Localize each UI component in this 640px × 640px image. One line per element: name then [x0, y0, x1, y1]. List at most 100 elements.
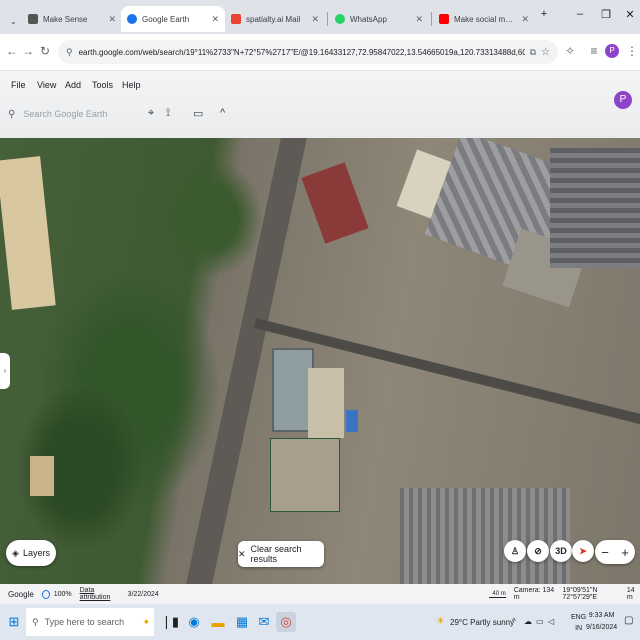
scale-bar: 40 m [488, 591, 506, 598]
menu-view[interactable]: View [37, 80, 56, 90]
menu-help[interactable]: Help [122, 80, 141, 90]
compass-icon[interactable]: ➤ [572, 540, 594, 562]
tray-volume-icon[interactable]: ◁ [548, 617, 554, 626]
satellite-map[interactable]: › ◈ Layers ✕ Clear search results ♙ ⊘ 3D… [0, 138, 640, 584]
reload-icon[interactable]: ↻ [37, 44, 53, 58]
close-icon[interactable]: ✕ [311, 14, 319, 25]
layers-icon: ◈ [12, 547, 19, 558]
tab-divider [327, 12, 328, 26]
zoom-percent: 100% [53, 590, 72, 598]
menu-tools[interactable]: Tools [92, 80, 113, 90]
browser-toolbar: ← → ↻ ⚲ earth.google.com/web/search/19°1… [0, 34, 640, 71]
tab-spatialty-mail[interactable]: spatialty.ai Mail ✕ [225, 6, 325, 32]
building-shed [308, 368, 344, 438]
clear-search-label: Clear search results [250, 544, 302, 564]
mail-icon[interactable]: ✉ [254, 612, 274, 632]
tab-whatsapp[interactable]: WhatsApp ✕ [329, 6, 429, 32]
language-indicator[interactable]: ENG IN [571, 612, 586, 634]
search-icon: ⚲ [8, 108, 16, 120]
back-arrow-icon[interactable]: ← [4, 44, 20, 58]
imagery-date: 3/22/2024 [127, 590, 159, 598]
taskbar-search-placeholder: Type here to search [44, 617, 125, 627]
tab-divider [431, 12, 432, 26]
building-blue-roof [346, 410, 358, 432]
tab-label: WhatsApp [350, 14, 387, 24]
clock[interactable]: 9:33 AM 9/16/2024 [586, 610, 617, 634]
close-icon[interactable]: ✕ [415, 14, 423, 25]
file-explorer-icon[interactable]: ▬ [208, 612, 228, 632]
collapse-chevron-icon[interactable]: ^ [220, 107, 225, 119]
tab-search-button[interactable]: ⌄ [4, 8, 22, 34]
taskbar-search-box[interactable]: ⚲ Type here to search ✦ [26, 608, 154, 636]
microsoft-store-icon[interactable]: ▦ [232, 612, 252, 632]
close-icon[interactable]: ✕ [521, 14, 529, 25]
zoom-in-button[interactable]: + [621, 545, 629, 560]
edge-browser-icon[interactable]: ◉ [184, 612, 204, 632]
site-info-icon[interactable]: ⚲ [66, 47, 73, 58]
weather-text[interactable]: 29°C Partly sunny [450, 618, 514, 627]
tab-youtube[interactable]: Make social media into mor ✕ [433, 6, 535, 32]
layers-button[interactable]: ◈ Layers [6, 540, 56, 566]
tray-network-icon[interactable]: ☁ [524, 617, 532, 626]
task-view-icon[interactable]: ❘▮ [160, 612, 180, 632]
loading-ring-icon [41, 589, 50, 599]
tab-label: spatialty.ai Mail [246, 14, 301, 24]
placemark-icon[interactable]: ⌖ [148, 107, 154, 120]
elevation: 14 m [626, 587, 635, 601]
street-view-pegman-icon[interactable]: ♙ [504, 540, 526, 562]
tray-chevron-icon[interactable]: ^ [512, 617, 516, 626]
building-yard [270, 438, 340, 512]
url-text: earth.google.com/web/search/19°11%2733"N… [78, 47, 525, 57]
close-window-button[interactable]: ✕ [620, 8, 640, 21]
install-app-icon[interactable]: ⧉ [530, 47, 536, 58]
chevron-down-icon: ⌄ [10, 16, 17, 26]
layers-label: Layers [22, 548, 50, 558]
expand-panel-handle[interactable]: › [0, 353, 10, 389]
ruler-icon[interactable]: ▭ [193, 107, 203, 120]
toggle-3d-button[interactable]: 3D [550, 540, 572, 562]
tab-label: Make social media into mor [454, 14, 517, 24]
tab-label: Make Sense [43, 14, 88, 24]
menu-add[interactable]: Add [65, 80, 81, 90]
earth-search-box[interactable]: ⚲ [4, 101, 146, 127]
close-icon[interactable]: ✕ [211, 14, 219, 25]
menu-file[interactable]: File [11, 80, 26, 90]
clock-time: 9:33 AM [588, 612, 615, 619]
clock-date: 9/16/2024 [586, 624, 618, 631]
more-menu-icon[interactable]: ⋮ [624, 44, 640, 58]
toggle-tilt-icon[interactable]: ⊘ [527, 540, 549, 562]
region-label: IN [575, 625, 583, 632]
tab-google-earth[interactable]: Google Earth ✕ [121, 6, 225, 32]
path-polygon-icon[interactable]: ⟟ [166, 107, 170, 120]
zoom-out-button[interactable]: − [601, 545, 609, 560]
youtube-favicon-icon [439, 14, 449, 24]
notification-icon[interactable]: ▢ [624, 615, 633, 626]
gmail-favicon-icon [231, 14, 241, 24]
clear-search-button[interactable]: ✕ Clear search results [238, 541, 324, 567]
building-right-block [550, 148, 640, 268]
extensions-icon[interactable]: ✧ [562, 44, 578, 58]
browser-profile-avatar[interactable]: P [605, 44, 619, 58]
bookmark-star-icon[interactable]: ☆ [541, 47, 550, 58]
close-icon[interactable]: ✕ [108, 14, 116, 25]
tab-make-sense[interactable]: Make Sense ✕ [22, 6, 122, 32]
weather-sun-icon: ☀ [436, 616, 445, 627]
minimize-button[interactable]: – [570, 8, 590, 20]
forward-arrow-icon[interactable]: → [20, 44, 36, 58]
camera-altitude: Camera: 134 m [513, 587, 555, 601]
tray-battery-icon[interactable]: ▭ [536, 617, 544, 626]
windows-start-icon[interactable]: ⊞ [4, 612, 24, 632]
browser-tab-strip: ⌄ Make Sense ✕ Google Earth ✕ spatialty.… [0, 0, 640, 34]
new-tab-button[interactable]: + [534, 8, 554, 20]
maximize-button[interactable]: ❐ [596, 8, 616, 21]
cursor-coordinates: 19°09'51"N 72°57'29"E [562, 587, 598, 601]
reading-list-icon[interactable]: ≡ [586, 44, 602, 58]
address-bar[interactable]: ⚲ earth.google.com/web/search/19°11%2733… [58, 40, 558, 64]
building-left-small [30, 456, 54, 496]
earth-profile-avatar[interactable]: P [614, 91, 632, 109]
search-input[interactable] [21, 108, 136, 120]
data-attribution-link[interactable]: Data attribution [80, 587, 120, 601]
copilot-sparkle-icon: ✦ [142, 616, 150, 627]
chrome-icon[interactable]: ◎ [276, 612, 296, 632]
close-icon: ✕ [238, 548, 246, 559]
